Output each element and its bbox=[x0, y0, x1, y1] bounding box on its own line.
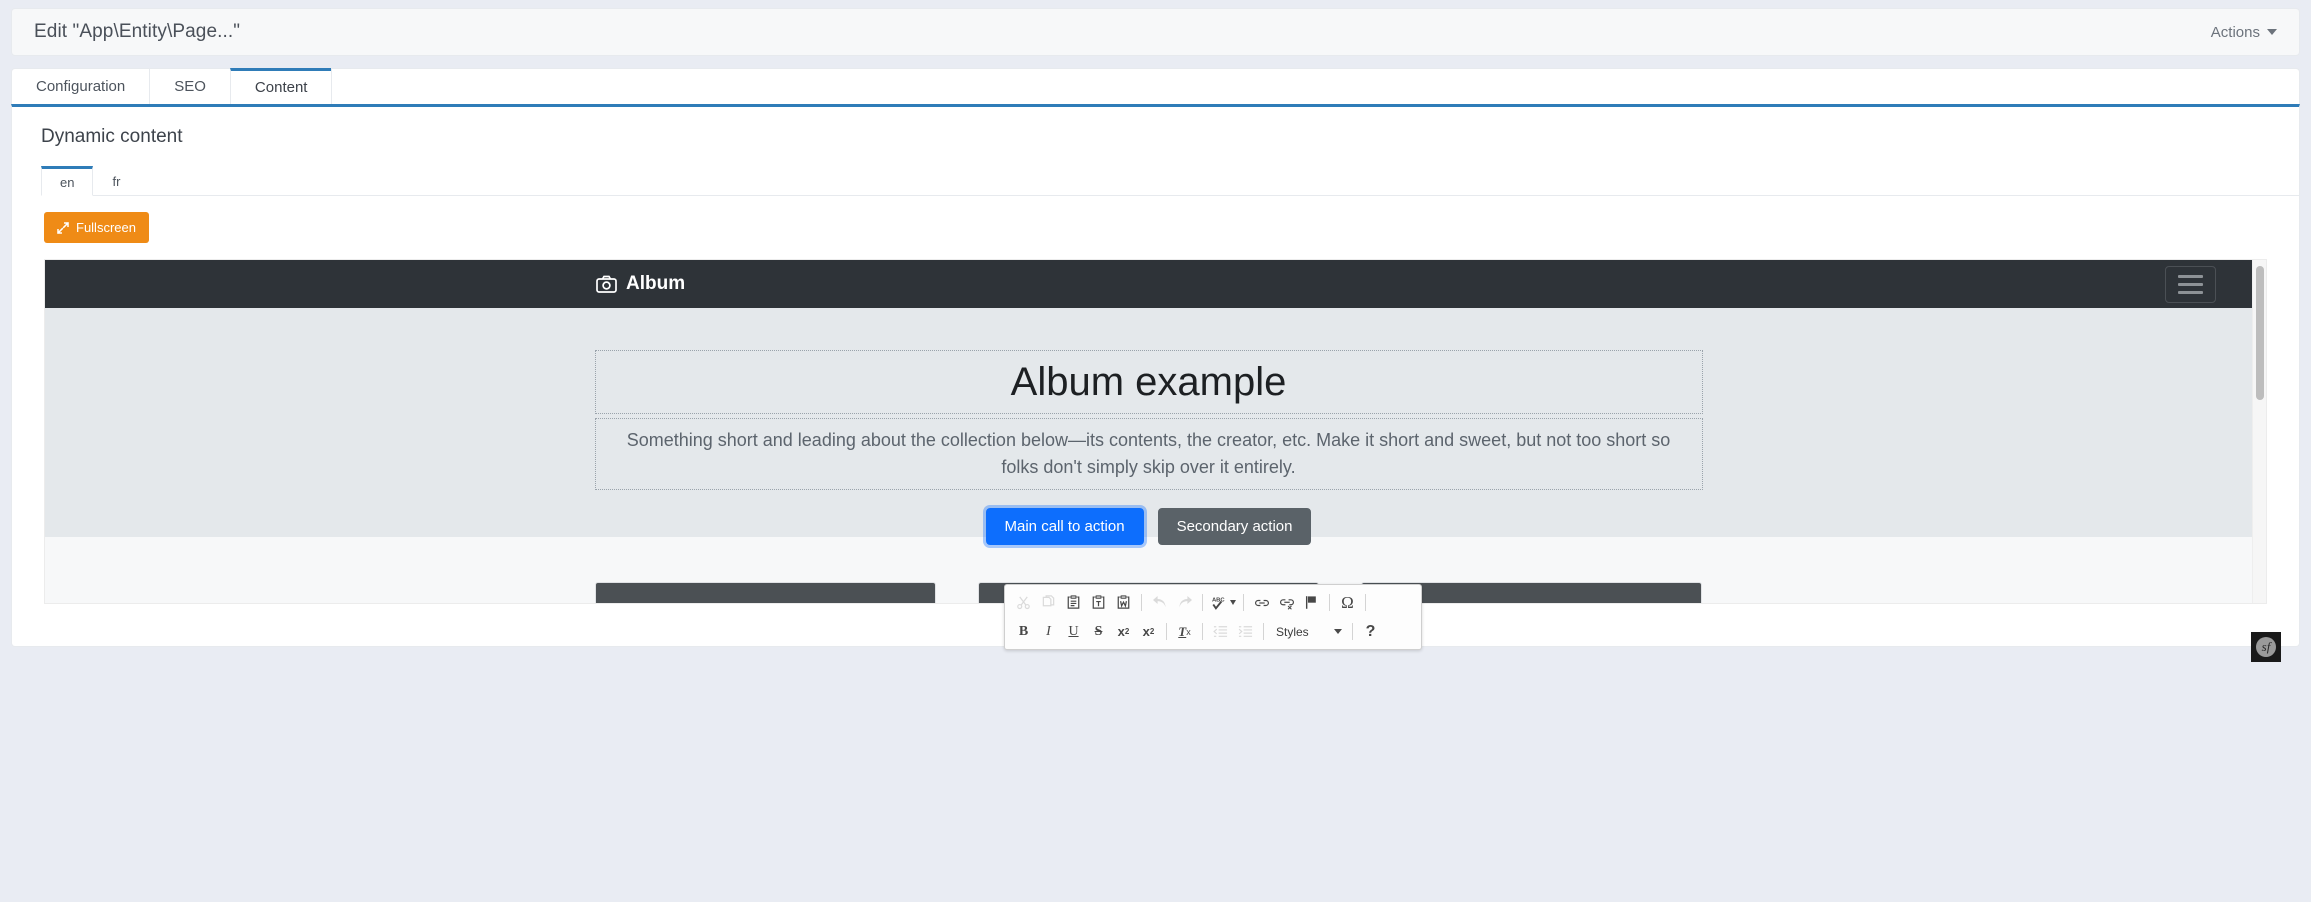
camera-icon bbox=[596, 275, 617, 293]
styles-dropdown[interactable]: Styles bbox=[1269, 620, 1347, 643]
hamburger-icon[interactable] bbox=[2165, 266, 2216, 303]
underline-icon[interactable]: U bbox=[1061, 619, 1086, 644]
tab-content[interactable]: Content bbox=[230, 68, 332, 104]
spellcheck-icon[interactable]: ABC bbox=[1208, 590, 1238, 615]
subscript-icon[interactable]: x2 bbox=[1111, 619, 1136, 644]
secondary-action-button[interactable]: Secondary action bbox=[1158, 508, 1312, 545]
chevron-down-icon bbox=[2267, 29, 2277, 35]
language-tab-fr[interactable]: fr bbox=[93, 166, 139, 196]
bold-icon[interactable]: B bbox=[1011, 619, 1036, 644]
toolbar-separator bbox=[1365, 594, 1366, 611]
page-title: Edit "App\Entity\Page..." bbox=[34, 21, 240, 43]
tab-seo[interactable]: SEO bbox=[149, 68, 230, 104]
page-header: Edit "App\Entity\Page..." Actions bbox=[11, 8, 2300, 56]
content-panel: Dynamic content en fr Fullscreen bbox=[11, 104, 2300, 647]
cta-button-group: Main call to action Secondary action bbox=[595, 508, 1703, 545]
toolbar-separator bbox=[1202, 623, 1203, 640]
actions-dropdown-button[interactable]: Actions bbox=[2211, 24, 2277, 41]
panel-title: Dynamic content bbox=[12, 107, 2299, 148]
toolbar-separator bbox=[1243, 594, 1244, 611]
unlink-icon[interactable] bbox=[1274, 590, 1299, 615]
strikethrough-icon[interactable]: S bbox=[1086, 619, 1111, 644]
editable-paragraph[interactable]: Something short and leading about the co… bbox=[595, 418, 1703, 490]
help-icon-label: ? bbox=[1366, 623, 1376, 641]
superscript-icon[interactable]: x2 bbox=[1136, 619, 1161, 644]
toolbar-separator bbox=[1329, 594, 1330, 611]
chevron-down-icon bbox=[1230, 600, 1236, 605]
tab-strip-filler bbox=[331, 68, 2300, 104]
preview-brand[interactable]: Album bbox=[596, 273, 685, 295]
jumbotron-inner: Album example Something short and leadin… bbox=[595, 350, 1703, 545]
cut-icon[interactable] bbox=[1011, 590, 1036, 615]
paste-as-text-icon[interactable] bbox=[1086, 590, 1111, 615]
page-root: Edit "App\Entity\Page..." Actions Config… bbox=[0, 8, 2311, 647]
toolbar-separator bbox=[1141, 594, 1142, 611]
preview-scrollbar[interactable] bbox=[2252, 260, 2266, 603]
symfony-logo-icon: sf bbox=[2256, 637, 2276, 657]
paste-from-word-icon[interactable] bbox=[1111, 590, 1136, 615]
toolbar-separator bbox=[1202, 594, 1203, 611]
special-character-icon[interactable]: Ω bbox=[1335, 590, 1360, 615]
preview-jumbotron: Album example Something short and leadin… bbox=[45, 308, 2252, 537]
album-card[interactable] bbox=[595, 582, 936, 604]
preview-scrollbar-thumb[interactable] bbox=[2256, 266, 2264, 400]
ckeditor-floating-toolbar: ABC bbox=[1004, 584, 1422, 650]
expand-arrows-icon bbox=[57, 222, 69, 234]
language-tab-fr-label: fr bbox=[112, 174, 120, 189]
styles-dropdown-label: Styles bbox=[1276, 625, 1309, 639]
italic-icon[interactable]: I bbox=[1036, 619, 1061, 644]
hamburger-bar bbox=[2178, 275, 2203, 278]
hamburger-bar bbox=[2178, 291, 2203, 294]
undo-icon[interactable] bbox=[1147, 590, 1172, 615]
svg-text:ABC: ABC bbox=[1211, 597, 1224, 603]
language-tab-en-label: en bbox=[60, 175, 74, 190]
preview-brand-label: Album bbox=[626, 273, 685, 295]
toolbar-separator bbox=[1352, 623, 1353, 640]
preview-content: Album Album example Something short and … bbox=[45, 260, 2252, 603]
ckeditor-toolbar-row-2: B I U S x2 x2 Tx bbox=[1007, 617, 1419, 646]
tab-content-label: Content bbox=[255, 79, 308, 96]
actions-dropdown-label: Actions bbox=[2211, 24, 2260, 41]
fullscreen-button[interactable]: Fullscreen bbox=[44, 212, 149, 243]
live-preview-frame: Album Album example Something short and … bbox=[44, 259, 2267, 604]
copy-icon[interactable] bbox=[1036, 590, 1061, 615]
ckeditor-toolbar-row-1: ABC bbox=[1007, 588, 1419, 617]
tab-configuration-label: Configuration bbox=[36, 78, 125, 95]
remove-format-icon[interactable]: Tx bbox=[1172, 619, 1197, 644]
hamburger-bar bbox=[2178, 283, 2203, 286]
paste-icon[interactable] bbox=[1061, 590, 1086, 615]
link-icon[interactable] bbox=[1249, 590, 1274, 615]
fullscreen-button-label: Fullscreen bbox=[76, 220, 136, 235]
toolbar-separator bbox=[1166, 623, 1167, 640]
help-icon[interactable]: ? bbox=[1358, 619, 1383, 644]
editable-heading[interactable]: Album example bbox=[595, 350, 1703, 414]
tab-configuration[interactable]: Configuration bbox=[11, 68, 149, 104]
anchor-icon[interactable] bbox=[1299, 590, 1324, 615]
language-tab-en[interactable]: en bbox=[41, 166, 93, 196]
preview-navbar: Album bbox=[45, 260, 2252, 308]
tab-seo-label: SEO bbox=[174, 78, 206, 95]
increase-indent-icon[interactable] bbox=[1233, 619, 1258, 644]
main-tabs: Configuration SEO Content bbox=[11, 68, 2300, 104]
chevron-down-icon bbox=[1334, 629, 1342, 634]
main-call-to-action-button[interactable]: Main call to action bbox=[986, 508, 1144, 545]
toolbar-separator bbox=[1263, 623, 1264, 640]
decrease-indent-icon[interactable] bbox=[1208, 619, 1233, 644]
fullscreen-row: Fullscreen bbox=[12, 196, 2299, 243]
redo-icon[interactable] bbox=[1172, 590, 1197, 615]
language-tabs: en fr bbox=[41, 166, 2299, 196]
symfony-debug-toolbar-button[interactable]: sf bbox=[2251, 632, 2281, 662]
